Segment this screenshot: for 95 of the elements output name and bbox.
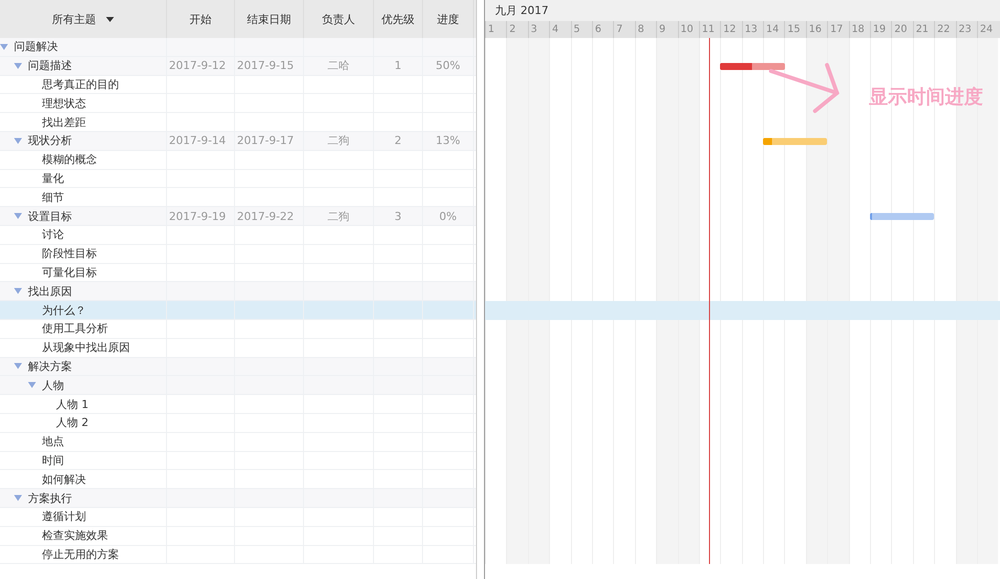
task-name: 人物 1 [56,396,88,412]
table-cell: 2017-9-19 [169,210,226,223]
table-cell: 2017-9-17 [237,134,294,148]
task-bar[interactable] [870,213,934,220]
task-name: 时间 [42,452,64,468]
task-row[interactable]: 人物 1 [0,395,476,414]
task-name: 量化 [42,170,64,186]
task-name: 如何解决 [42,472,86,487]
task-row[interactable]: 找出原因 [0,282,476,302]
task-bar[interactable] [763,138,828,145]
day-label: 13 [742,21,764,38]
table-cell: 2017-9-15 [237,59,294,72]
day-label: 15 [784,21,806,38]
table-cell: 2017-9-22 [237,210,294,223]
task-name: 人物 2 [56,415,88,430]
task-row[interactable]: 模糊的概念 [0,150,476,170]
task-name: 停止无用的方案 [42,546,119,562]
task-row[interactable]: 时间 [0,452,476,470]
expand-icon[interactable] [14,213,22,220]
task-name: 方案执行 [28,490,72,506]
expand-icon[interactable] [14,62,22,69]
day-label: 1 [485,21,506,38]
task-name: 找出差距 [42,114,86,130]
task-row[interactable]: 方案执行 [0,489,476,508]
expand-icon[interactable] [0,44,8,50]
day-label: 8 [634,21,656,38]
task-name: 找出原因 [28,284,72,299]
task-name: 解决方案 [28,358,72,374]
expand-icon[interactable] [14,288,22,294]
task-name: 问题描述 [28,58,72,74]
task-name: 使用工具分析 [42,321,108,336]
expand-icon[interactable] [28,382,36,388]
task-row[interactable]: 理想状态 [0,94,476,114]
task-row[interactable]: 地点 [0,432,476,452]
task-row[interactable]: 解决方案 [0,358,476,376]
task-row[interactable]: 问题描述 2017-9-12 2017-9-15 二哈 1 50% [0,56,476,76]
task-row[interactable]: 为什么？ [0,301,476,320]
task-name: 设置目标 [28,208,72,224]
day-label: 12 [720,21,742,38]
task-name: 为什么？ [42,302,86,318]
table-cell: 2017-9-14 [169,134,226,148]
expand-icon[interactable] [14,363,22,370]
task-name: 思考真正的目的 [42,76,119,92]
task-row[interactable]: 讨论 [0,226,476,245]
task-row[interactable]: 人物 [0,376,476,396]
day-label: 4 [549,21,571,38]
table-cell: 2 [394,134,402,148]
task-name: 模糊的概念 [42,152,97,168]
task-name: 理想状态 [42,96,86,111]
table-cell: 二狗 [328,208,350,224]
task-name: 地点 [42,434,64,450]
task-row[interactable]: 人物 2 [0,414,476,433]
table-cell: 50% [436,59,460,72]
task-row[interactable]: 检查实施效果 [0,526,476,546]
day-label: 19 [870,21,892,38]
task-row[interactable]: 现状分析 2017-9-14 2017-9-17 二狗 2 13% [0,132,476,151]
table-cell: 2017-9-12 [169,59,226,72]
task-name: 遵循计划 [42,509,86,524]
task-name: 从现象中找出原因 [42,340,130,356]
task-name: 可量化目标 [42,264,97,280]
annotation-text: 显示时间进度 [869,85,983,110]
task-row[interactable]: 停止无用的方案 [0,546,476,564]
task-row[interactable]: 阶段性目标 [0,244,476,264]
day-label: 14 [763,21,784,38]
task-name: 现状分析 [28,133,72,148]
task-row[interactable]: 使用工具分析 [0,320,476,339]
table-cell: 0% [439,210,457,223]
task-name: 阶段性目标 [42,246,97,262]
day-label: 6 [592,21,614,38]
task-name: 人物 [42,378,64,393]
table-cell: 3 [394,210,402,223]
task-name: 问题解决 [14,39,58,54]
task-row[interactable]: 问题解决 [0,38,476,57]
day-label: 18 [848,21,870,38]
day-label: 7 [613,21,635,38]
day-label: 22 [934,21,956,38]
task-bar[interactable] [720,62,785,70]
day-label: 21 [912,21,934,38]
month-label: 九月 2017 [485,0,1000,21]
task-row[interactable]: 设置目标 2017-9-19 2017-9-22 二狗 3 0% [0,207,476,226]
task-row[interactable]: 遵循计划 [0,508,476,527]
table-cell: 13% [436,134,460,148]
expand-icon[interactable] [14,138,22,144]
task-row[interactable]: 量化 [0,170,476,188]
day-label: 5 [570,21,592,38]
day-label: 20 [891,21,913,38]
task-name: 检查实施效果 [42,528,108,544]
task-name: 细节 [42,190,64,205]
task-row[interactable]: 思考真正的目的 [0,76,476,94]
table-cell: 1 [394,59,402,72]
table-cell: 二狗 [328,133,350,148]
expand-icon[interactable] [14,495,22,502]
table-cell: 二哈 [328,58,350,74]
task-name: 讨论 [42,227,64,242]
dropdown-icon[interactable] [106,16,114,22]
